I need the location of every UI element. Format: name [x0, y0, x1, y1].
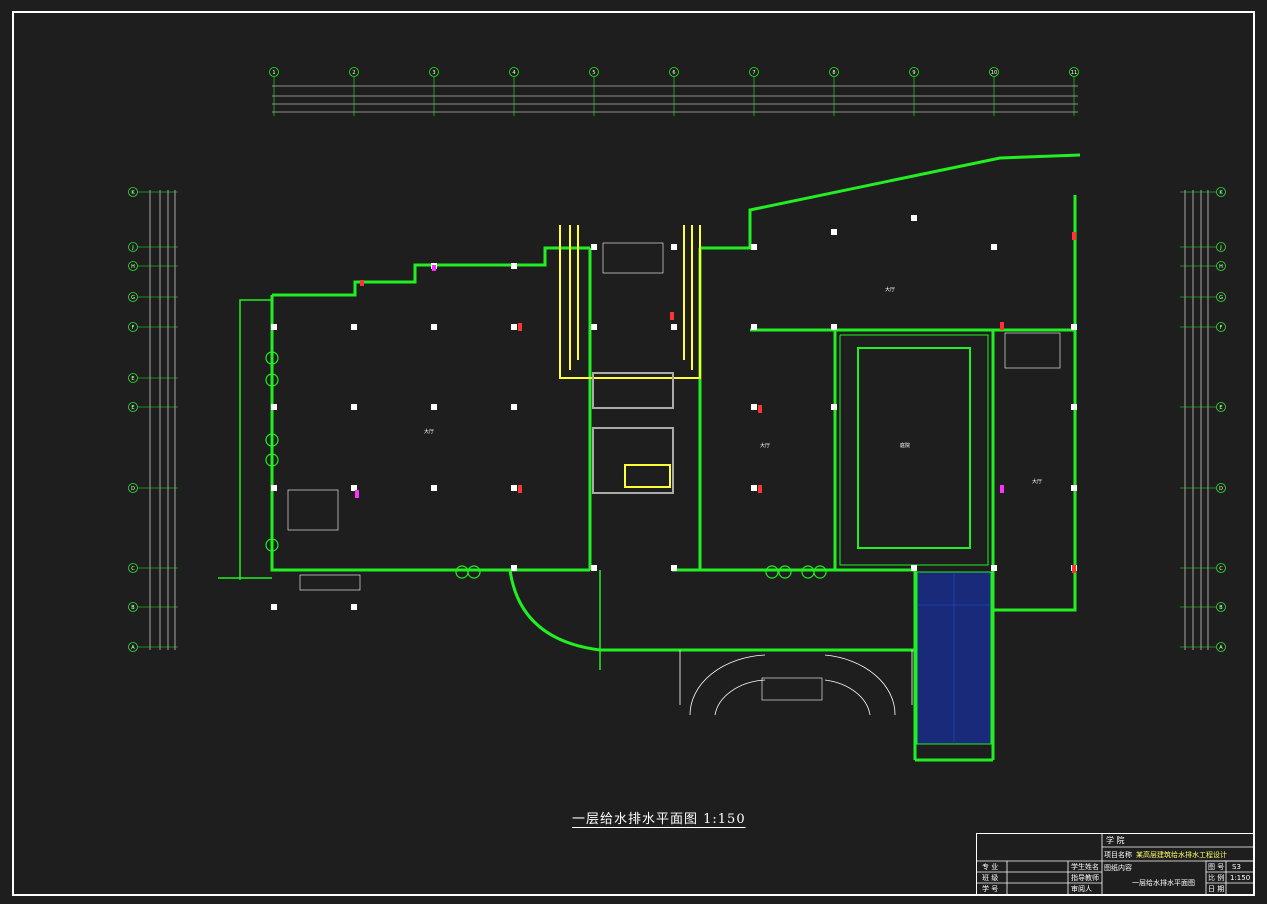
structural-column: [351, 324, 357, 330]
svg-text:G: G: [131, 295, 135, 301]
svg-text:H: H: [1219, 264, 1223, 270]
svg-text:C: C: [131, 566, 135, 572]
structural-column: [751, 324, 757, 330]
tb-content-value: 一层给水排水平面图: [1132, 879, 1195, 887]
svg-text:E: E: [131, 376, 134, 382]
svg-text:D: D: [1219, 486, 1223, 492]
structural-column: [431, 485, 437, 491]
structural-column: [271, 324, 277, 330]
structural-column: [511, 565, 517, 571]
tb-class-label: 班 级: [982, 874, 999, 882]
structural-column: [351, 604, 357, 610]
svg-text:F: F: [132, 325, 135, 331]
svg-text:C: C: [1219, 566, 1223, 572]
structural-column: [271, 485, 277, 491]
structural-column: [991, 244, 997, 250]
svg-text:1: 1: [272, 70, 275, 76]
room-label-main-hall: 大厅: [424, 429, 435, 435]
structural-column: [591, 324, 597, 330]
structural-column: [591, 565, 597, 571]
room-label-courtyard: 庭院: [900, 443, 911, 449]
svg-text:B: B: [131, 605, 135, 611]
room-label-north-strip: 大厅: [885, 287, 896, 293]
structural-column: [911, 215, 917, 221]
svg-text:G: G: [1219, 295, 1223, 301]
tb-project-label: 项目名称: [1104, 851, 1132, 859]
room-label-right-hall: 大厅: [760, 443, 771, 449]
svg-text:D: D: [131, 486, 135, 492]
svg-text:7: 7: [752, 70, 755, 76]
tb-school-label: 学 院: [1106, 836, 1125, 845]
structural-column: [511, 485, 517, 491]
structural-column: [351, 404, 357, 410]
tb-drawing-no-value: S3: [1232, 863, 1241, 871]
tb-major-label: 专 业: [982, 863, 999, 871]
structural-column: [511, 324, 517, 330]
svg-text:A: A: [131, 645, 135, 651]
structural-column: [831, 324, 837, 330]
svg-text:6: 6: [672, 70, 675, 76]
structural-column: [591, 244, 597, 250]
structural-column: [831, 229, 837, 235]
tb-scale-value: 1:150: [1230, 874, 1251, 882]
svg-text:E: E: [1219, 405, 1222, 411]
svg-text:5: 5: [592, 70, 595, 76]
svg-text:A: A: [1219, 645, 1223, 651]
structural-column: [271, 604, 277, 610]
structural-column: [1071, 324, 1077, 330]
room-label-right-room: 大厅: [1032, 479, 1043, 485]
tb-date-label: 日 期: [1208, 885, 1225, 893]
svg-text:E: E: [131, 405, 134, 411]
svg-text:H: H: [131, 264, 135, 270]
structural-column: [671, 565, 677, 571]
structural-column: [751, 404, 757, 410]
structural-column: [511, 263, 517, 269]
structural-column: [911, 565, 917, 571]
structural-column: [511, 404, 517, 410]
svg-text:2: 2: [352, 70, 355, 76]
svg-text:8: 8: [832, 70, 835, 76]
drawing-title: 一层给水排水平面图 1:150: [572, 812, 746, 827]
svg-text:F: F: [1220, 325, 1223, 331]
tb-project-value: 某高层建筑给水排水工程设计: [1136, 851, 1227, 859]
structural-column: [751, 244, 757, 250]
structural-column: [1071, 485, 1077, 491]
structural-column: [751, 485, 757, 491]
tb-student-no-label: 学 号: [982, 885, 999, 893]
svg-text:10: 10: [991, 70, 997, 76]
structural-column: [431, 404, 437, 410]
structural-column: [831, 404, 837, 410]
structural-column: [671, 324, 677, 330]
structural-column: [1071, 404, 1077, 410]
svg-text:J: J: [1219, 245, 1221, 251]
svg-text:B: B: [1219, 605, 1223, 611]
tb-drawing-no-label: 图 号: [1208, 863, 1225, 871]
svg-text:3: 3: [432, 70, 435, 76]
tb-reviewer-label: 审阅人: [1071, 885, 1092, 893]
structural-column: [431, 324, 437, 330]
structural-column: [991, 565, 997, 571]
structural-column: [271, 404, 277, 410]
svg-text:11: 11: [1071, 70, 1077, 76]
drawing-sheet: 1 2 3 4 5 6 7 8 9 10 11 KJHGFEEDCBA KJHGFEDCBA: [0, 0, 1267, 904]
structural-column: [671, 244, 677, 250]
tb-advisor-label: 指导教师: [1071, 874, 1099, 882]
tb-scale-label: 比 例: [1208, 874, 1225, 882]
svg-text:9: 9: [912, 70, 915, 76]
svg-text:J: J: [131, 245, 133, 251]
svg-text:4: 4: [512, 70, 515, 76]
tb-content-label: 图纸内容: [1104, 864, 1132, 872]
tb-student-name-label: 学生姓名: [1071, 863, 1099, 871]
